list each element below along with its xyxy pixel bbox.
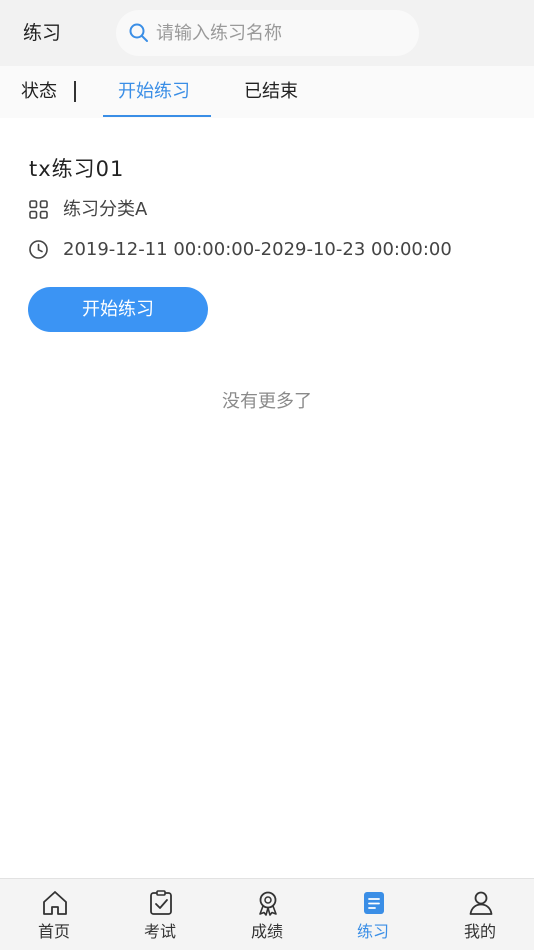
tab-ended[interactable]: 已结束 xyxy=(244,79,298,105)
nav-exam-label: 考试 xyxy=(143,922,176,941)
practice-title: tx练习01 xyxy=(29,157,125,181)
tab-start-practice[interactable]: 开始练习 xyxy=(118,79,190,105)
search-box[interactable] xyxy=(116,10,419,56)
status-divider xyxy=(74,81,76,102)
page-title: 练习 xyxy=(23,22,62,44)
start-practice-button[interactable]: 开始练习 xyxy=(28,287,208,332)
user-icon xyxy=(469,891,493,915)
nav-exam[interactable]: 考试 xyxy=(107,879,213,950)
top-header: 练习 xyxy=(0,0,534,66)
list-end-text: 没有更多了 xyxy=(222,391,312,412)
active-tab-indicator xyxy=(103,115,211,117)
nav-mine-label: 我的 xyxy=(463,922,496,941)
status-tabs: 状态 开始练习 已结束 xyxy=(0,66,534,118)
status-label: 状态 xyxy=(21,81,57,102)
category-grid-icon xyxy=(29,200,48,219)
nav-scores[interactable]: 成绩 xyxy=(214,879,320,950)
practice-doc-icon xyxy=(364,892,384,914)
practice-time-range: 2019-12-11 00:00:00-2029-10-23 00:00:00 xyxy=(63,239,452,260)
nav-mine[interactable]: 我的 xyxy=(427,879,533,950)
practice-category: 练习分类A xyxy=(63,199,148,220)
nav-practice[interactable]: 练习 xyxy=(320,879,426,950)
bottom-nav: 首页 考试 成绩 练习 我的 xyxy=(0,878,534,950)
award-badge-icon xyxy=(259,891,277,916)
home-icon xyxy=(43,891,67,915)
nav-home-label: 首页 xyxy=(37,922,70,941)
clock-icon xyxy=(29,240,48,259)
nav-practice-label: 练习 xyxy=(356,922,389,941)
nav-scores-label: 成绩 xyxy=(250,922,283,941)
nav-home[interactable]: 首页 xyxy=(1,879,107,950)
exam-clipboard-icon xyxy=(150,890,172,915)
search-icon xyxy=(129,23,148,42)
search-input[interactable] xyxy=(156,10,406,56)
